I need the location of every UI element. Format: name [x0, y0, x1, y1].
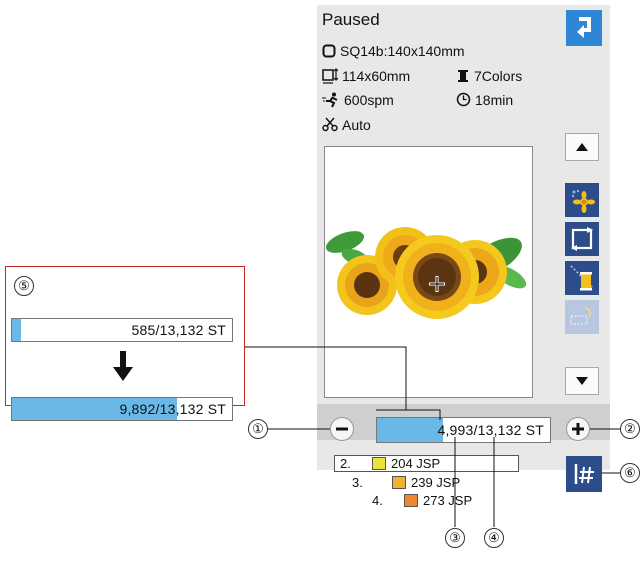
callout-1: ①	[248, 419, 268, 439]
callout-2: ②	[620, 419, 640, 439]
callout-4: ④	[484, 528, 504, 548]
leader-lines	[245, 346, 621, 527]
callout-6: ⑥	[620, 463, 640, 483]
callout-3: ③	[445, 528, 465, 548]
